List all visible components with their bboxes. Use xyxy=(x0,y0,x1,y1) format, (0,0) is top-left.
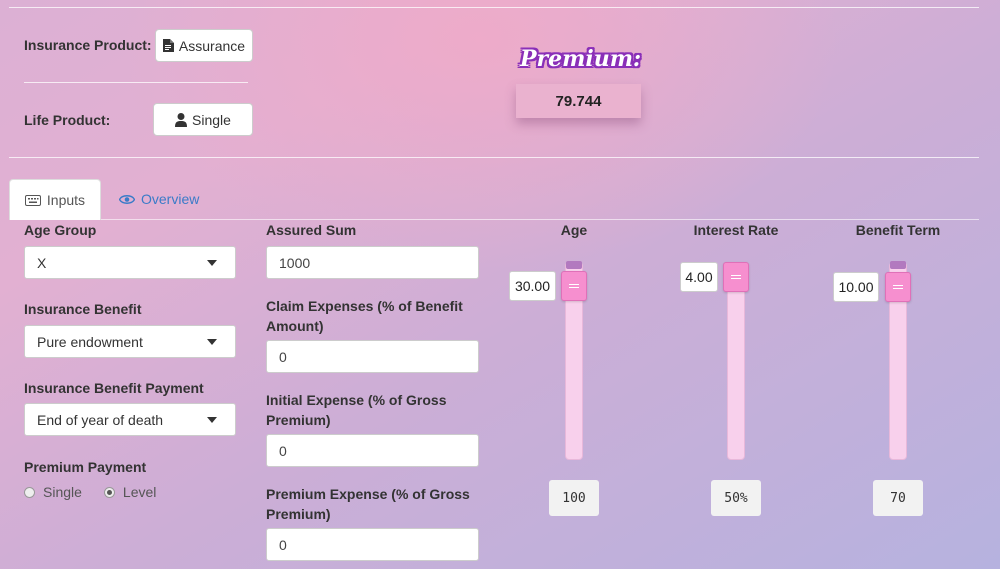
header-mini-divider xyxy=(24,82,248,83)
assured-sum-input[interactable]: 1000 xyxy=(266,246,479,279)
radio-single[interactable] xyxy=(24,486,35,498)
premium-value: 79.744 xyxy=(516,84,641,118)
claim-expenses-input[interactable]: 0 xyxy=(266,340,479,373)
benefit-payment-value: End of year of death xyxy=(37,411,164,428)
life-product-button[interactable]: Single xyxy=(153,103,253,136)
radio-level-label: Level xyxy=(122,484,157,500)
insurance-benefit-label: Insurance Benefit xyxy=(24,301,142,317)
life-product-button-label: Single xyxy=(192,111,231,128)
keyboard-icon xyxy=(24,194,41,206)
insurance-product-button-label: Assurance xyxy=(178,37,246,54)
user-icon xyxy=(175,112,188,127)
age-slider-max: 100 xyxy=(549,480,599,516)
benefit-payment-select[interactable]: End of year of death xyxy=(24,403,236,436)
age-slider-handle[interactable] xyxy=(561,271,587,301)
header-divider xyxy=(9,157,979,158)
age-group-label: Age Group xyxy=(24,222,97,238)
age-slider-fill xyxy=(566,261,582,269)
benefit-term-slider-label: Benefit Term xyxy=(855,222,941,238)
interest-rate-slider-max: 50% xyxy=(711,480,761,516)
chevron-down-icon xyxy=(207,417,217,423)
tab-inputs[interactable]: Inputs xyxy=(9,179,101,220)
benefit-term-slider-value: 10.00 xyxy=(833,272,879,302)
top-divider xyxy=(9,7,979,8)
insurance-product-label: Insurance Product: xyxy=(24,37,152,53)
age-group-value: X xyxy=(37,254,47,271)
claim-expenses-label: Claim Expenses (% of Benefit Amount) xyxy=(266,296,463,336)
initial-expense-label-line2: Premium) xyxy=(266,412,331,428)
age-group-select[interactable]: X xyxy=(24,246,236,279)
benefit-term-slider-handle[interactable] xyxy=(885,272,911,302)
assured-sum-value: 1000 xyxy=(279,254,311,271)
insurance-benefit-select[interactable]: Pure endowment xyxy=(24,325,236,358)
claim-expenses-value: 0 xyxy=(279,348,287,365)
insurance-product-button[interactable]: Assurance xyxy=(155,29,253,62)
initial-expense-input[interactable]: 0 xyxy=(266,434,479,467)
file-icon xyxy=(162,39,174,52)
radio-level[interactable] xyxy=(103,486,115,498)
premium-expense-label: Premium Expense (% of Gross Premium) xyxy=(266,484,470,524)
age-slider-value: 30.00 xyxy=(509,271,556,301)
eye-icon xyxy=(119,194,135,205)
tab-overview-label: Overview xyxy=(141,191,200,207)
interest-rate-slider-value: 4.00 xyxy=(680,262,718,292)
benefit-term-slider-fill xyxy=(890,261,906,269)
life-product-label: Life Product: xyxy=(24,112,111,128)
interest-rate-slider-label: Interest Rate xyxy=(693,222,779,238)
premium-payment-radio-group: Single Level xyxy=(24,484,156,500)
premium-expense-label-line1: Premium Expense (% of Gross xyxy=(266,486,470,502)
radio-single-label: Single xyxy=(43,484,82,500)
tab-divider xyxy=(101,219,979,220)
tab-inputs-label: Inputs xyxy=(46,192,86,208)
premium-expense-input[interactable]: 0 xyxy=(266,528,479,561)
chevron-down-icon xyxy=(207,339,217,345)
initial-expense-label: Initial Expense (% of Gross Premium) xyxy=(266,390,447,430)
premium-payment-label: Premium Payment xyxy=(24,459,147,475)
benefit-term-slider-max: 70 xyxy=(873,480,923,516)
chevron-down-icon xyxy=(207,260,217,266)
age-slider-label: Age xyxy=(560,222,588,238)
premium-title: Premium: xyxy=(520,46,642,72)
initial-expense-label-line1: Initial Expense (% of Gross xyxy=(266,392,447,408)
assured-sum-label: Assured Sum xyxy=(266,222,357,238)
benefit-payment-label: Insurance Benefit Payment xyxy=(24,380,204,396)
tab-overview[interactable]: Overview xyxy=(119,179,199,219)
premium-expense-value: 0 xyxy=(279,536,287,553)
premium-expense-label-line2: Premium) xyxy=(266,506,331,522)
claim-expenses-label-line2: Amount) xyxy=(266,318,324,334)
initial-expense-value: 0 xyxy=(279,442,287,459)
interest-rate-slider-handle[interactable] xyxy=(723,262,749,292)
claim-expenses-label-line1: Claim Expenses (% of Benefit xyxy=(266,298,463,314)
insurance-benefit-value: Pure endowment xyxy=(37,333,143,350)
